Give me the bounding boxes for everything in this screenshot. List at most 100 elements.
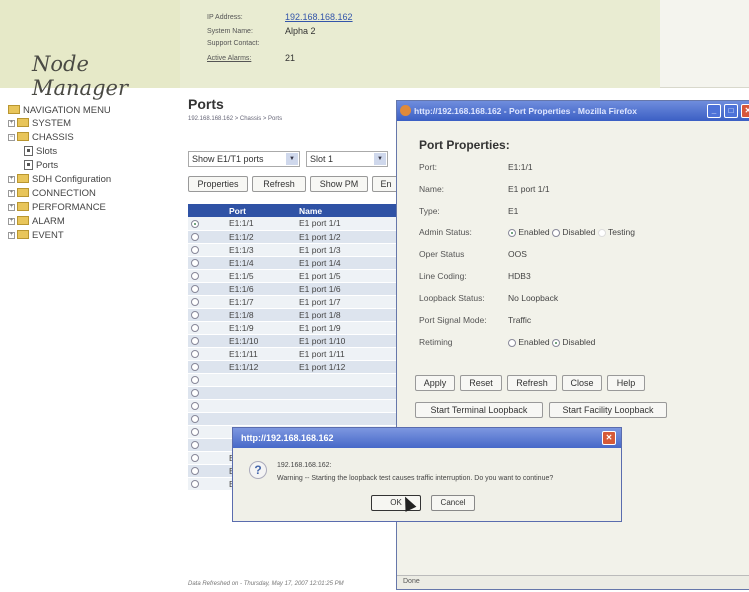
table-row[interactable]: E1:1/2 E1 port 1/2 [188,230,398,244]
table-row[interactable]: E1:1/8 E1 port 1/8 [188,308,398,322]
port-cell [226,373,296,387]
table-row[interactable]: E1:1/11 E1 port 1/11 [188,347,398,361]
row-select-radio[interactable] [191,415,199,424]
row-select-radio[interactable] [191,324,199,333]
expand-icon[interactable]: + [8,203,15,211]
name-column-header[interactable]: Name [296,204,398,217]
table-row[interactable]: E1:1/4 E1 port 1/4 [188,256,398,270]
close-icon[interactable]: ✕ [602,431,616,445]
row-select-cell [188,243,226,257]
retiming-enabled-radio[interactable] [508,338,516,347]
ip-address-label: IP Address: [207,14,243,21]
dialog-titlebar[interactable]: http://192.168.168.162 ✕ [233,428,621,448]
sidebar-item-sdh-configuration[interactable]: + SDH Configuration [8,173,111,187]
row-select-radio[interactable] [191,428,199,437]
popup-titlebar[interactable]: http://192.168.168.162 - Port Properties… [397,101,749,121]
properties-button[interactable]: Properties [188,176,248,192]
table-row[interactable]: E1:1/6 E1 port 1/6 [188,282,398,296]
admin-testing-radio[interactable] [597,228,606,237]
table-row[interactable]: E1:1/1 E1 port 1/1 [188,217,398,231]
help-button[interactable]: Help [607,375,645,391]
admin-disabled-radio[interactable] [551,228,560,237]
apply-button[interactable]: Apply [415,375,455,391]
table-row[interactable]: E1:1/9 E1 port 1/9 [188,321,398,335]
row-select-radio[interactable] [191,389,199,398]
sidebar-item-connection[interactable]: + CONNECTION [8,187,96,201]
row-select-radio[interactable] [191,220,199,228]
row-select-radio[interactable] [191,285,199,294]
port-type-select[interactable]: Show E1/T1 ports ▼ [188,151,300,167]
row-select-radio[interactable] [191,246,199,255]
sidebar-item-label: CONNECTION [32,188,96,199]
close-button[interactable]: Close [562,375,602,391]
table-row[interactable]: E1:1/12 E1 port 1/12 [188,360,398,374]
row-select-radio[interactable] [191,259,199,268]
row-select-radio[interactable] [191,363,199,372]
ip-address-row: IP Address: 192.168.168.162 [207,12,353,22]
collapse-icon[interactable]: − [8,133,15,141]
reset-button[interactable]: Reset [460,375,502,391]
table-header-row: Port Name [188,204,398,217]
cancel-button[interactable]: Cancel [431,495,475,511]
port-cell [226,412,296,426]
name-label: Name: [419,184,445,194]
port-cell: E1:1/10 [226,334,296,348]
maximize-icon[interactable]: □ [724,104,738,118]
sidebar-item-system[interactable]: + SYSTEM [8,117,71,131]
expand-icon[interactable]: + [8,119,15,127]
row-select-radio[interactable] [191,233,199,242]
active-alarms-link[interactable]: Active Alarms: [207,55,285,62]
row-select-radio[interactable] [191,350,199,359]
close-icon[interactable]: ✕ [741,104,749,118]
expand-icon[interactable]: + [8,189,15,197]
sidebar-item-slots[interactable]: Slots [24,145,57,159]
sidebar-item-alarm[interactable]: + ALARM [8,215,65,229]
expand-icon[interactable]: + [8,231,15,239]
row-select-radio[interactable] [191,441,199,450]
slot-select[interactable]: Slot 1 ▼ [306,151,388,167]
row-select-cell [188,464,226,478]
sidebar-item-chassis[interactable]: − CHASSIS [8,131,74,145]
port-label: Port: [419,162,437,172]
refresh-button[interactable]: Refresh [252,176,306,192]
folder-icon [17,117,29,127]
admin-enabled-radio[interactable] [508,228,516,237]
sidebar-item-ports[interactable]: Ports [24,159,58,173]
admin-enabled-label: Enabled [518,227,550,237]
expand-icon[interactable]: + [8,175,15,183]
row-select-radio[interactable] [191,298,199,307]
table-row[interactable] [188,386,398,400]
row-select-radio[interactable] [191,311,199,320]
start-terminal-loopback-button[interactable]: Start Terminal Loopback [415,402,543,418]
row-select-cell [188,477,226,491]
table-row[interactable]: E1:1/10 E1 port 1/10 [188,334,398,348]
row-select-radio[interactable] [191,467,199,476]
expand-icon[interactable]: + [8,217,15,225]
table-row[interactable]: E1:1/5 E1 port 1/5 [188,269,398,283]
row-select-radio[interactable] [191,480,199,489]
sidebar-item-event[interactable]: + EVENT [8,229,64,243]
show-pm-button[interactable]: Show PM [310,176,368,192]
row-select-radio[interactable] [191,272,199,281]
table-row[interactable]: E1:1/7 E1 port 1/7 [188,295,398,309]
row-select-radio[interactable] [191,337,199,346]
row-select-radio[interactable] [191,376,199,385]
start-facility-loopback-button[interactable]: Start Facility Loopback [549,402,667,418]
oper-status-label: Oper Status [419,249,465,259]
type-label: Type: [419,206,440,216]
port-cell [226,399,296,413]
port-column-header[interactable]: Port [226,204,296,217]
name-cell [296,386,398,400]
row-select-radio[interactable] [191,402,199,411]
table-row[interactable] [188,412,398,426]
row-select-radio[interactable] [191,454,199,463]
sidebar-item-performance[interactable]: + PERFORMANCE [8,201,106,215]
minimize-icon[interactable]: _ [707,104,721,118]
table-row[interactable] [188,373,398,387]
ip-address-link[interactable]: 192.168.168.162 [285,12,353,22]
retiming-disabled-radio[interactable] [551,338,560,347]
select-column-header [188,204,226,217]
popup-refresh-button[interactable]: Refresh [507,375,557,391]
table-row[interactable]: E1:1/3 E1 port 1/3 [188,243,398,257]
table-row[interactable] [188,399,398,413]
